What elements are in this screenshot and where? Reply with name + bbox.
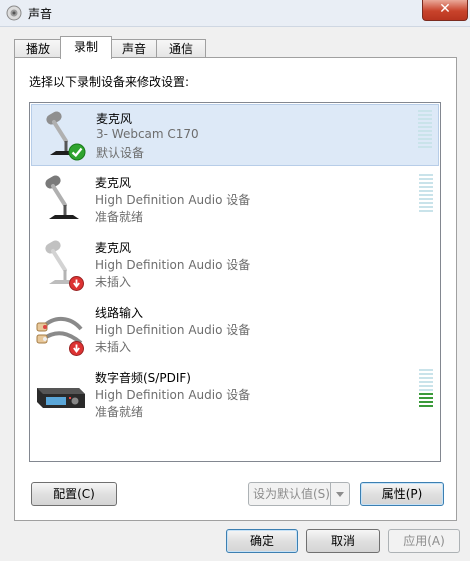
meter-segment <box>418 126 432 128</box>
meter-segment <box>418 114 432 116</box>
meter-segment <box>419 393 433 395</box>
meter-segment <box>418 134 432 136</box>
microphone-icon <box>45 175 79 219</box>
set-default-button[interactable]: 设为默认值(S) <box>248 482 350 506</box>
device-name: 麦克风 <box>95 176 132 190</box>
meter-segment <box>419 182 433 184</box>
ok-button[interactable]: 确定 <box>226 529 298 553</box>
meter-segment <box>419 389 433 391</box>
properties-button[interactable]: 属性(P) <box>360 482 444 506</box>
meter-segment <box>418 130 432 132</box>
device-description: High Definition Audio 设备 <box>95 193 251 207</box>
device-name: 麦克风 <box>95 241 132 255</box>
default-check-icon <box>68 143 86 161</box>
speaker-icon <box>6 5 22 21</box>
device-item[interactable]: 数字音频(S/PDIF) High Definition Audio 设备 准备… <box>31 364 439 426</box>
device-status: 默认设备 <box>96 146 145 160</box>
meter-segment <box>419 178 433 180</box>
unplugged-icon <box>69 276 84 291</box>
set-default-label: 设为默认值(S) <box>253 487 330 501</box>
level-meter <box>419 172 433 212</box>
device-description: 3- Webcam C170 <box>96 127 199 141</box>
meter-segment <box>419 397 433 399</box>
close-button[interactable]: ✕ <box>422 0 468 21</box>
level-meter <box>419 367 433 407</box>
meter-segment <box>419 401 433 403</box>
tab-recording[interactable]: 录制 <box>60 36 112 59</box>
cancel-button[interactable]: 取消 <box>306 529 380 553</box>
meter-segment <box>419 202 433 204</box>
chevron-down-icon[interactable] <box>330 483 349 505</box>
meter-segment <box>418 138 432 140</box>
configure-button[interactable]: 配置(C) <box>31 482 117 506</box>
unplugged-icon <box>69 341 84 356</box>
device-description: High Definition Audio 设备 <box>95 258 251 272</box>
meter-segment <box>419 190 433 192</box>
meter-segment <box>419 206 433 208</box>
close-icon: ✕ <box>439 1 451 17</box>
instruction-text: 选择以下录制设备来修改设置: <box>29 75 190 89</box>
spdif-receiver-icon <box>37 388 85 408</box>
device-description: High Definition Audio 设备 <box>95 323 251 337</box>
tab-communications[interactable]: 通信 <box>156 39 206 58</box>
meter-segment <box>419 377 433 379</box>
sound-dialog: 播放 录制 声音 通信 选择以下录制设备来修改设置: 麦克风 3- Webcam… <box>0 27 470 561</box>
device-name: 线路输入 <box>95 306 144 320</box>
meter-segment <box>419 194 433 196</box>
meter-segment <box>419 198 433 200</box>
device-item[interactable]: 麦克风 High Definition Audio 设备 准备就绪 <box>31 169 439 231</box>
device-status: 准备就绪 <box>95 405 144 419</box>
device-name: 数字音频(S/PDIF) <box>95 371 191 385</box>
meter-segment <box>419 373 433 375</box>
meter-segment <box>419 369 433 371</box>
title-bar: 声音 ✕ <box>0 0 470 27</box>
device-status: 准备就绪 <box>95 210 144 224</box>
tab-playback[interactable]: 播放 <box>14 39 62 58</box>
device-status: 未插入 <box>95 340 132 354</box>
meter-segment <box>419 174 433 176</box>
apply-button[interactable]: 应用(A) <box>388 529 460 553</box>
recording-panel: 选择以下录制设备来修改设置: 麦克风 3- Webcam C170 默认设备 麦… <box>14 57 457 521</box>
device-item[interactable]: 麦克风 3- Webcam C170 默认设备 <box>31 104 439 166</box>
device-description: High Definition Audio 设备 <box>95 388 251 402</box>
device-status: 未插入 <box>95 275 132 289</box>
meter-segment <box>419 186 433 188</box>
meter-segment <box>419 381 433 383</box>
meter-segment <box>418 142 432 144</box>
meter-segment <box>418 122 432 124</box>
meter-segment <box>419 385 433 387</box>
meter-segment <box>418 146 432 148</box>
window-title: 声音 <box>28 7 53 21</box>
meter-segment <box>418 118 432 120</box>
level-meter <box>418 108 432 148</box>
meter-segment <box>419 210 433 212</box>
device-item[interactable]: 线路输入 High Definition Audio 设备 未插入 <box>31 299 439 361</box>
device-name: 麦克风 <box>96 112 133 126</box>
tab-sounds[interactable]: 声音 <box>110 39 158 58</box>
meter-segment <box>419 405 433 407</box>
device-list[interactable]: 麦克风 3- Webcam C170 默认设备 麦克风 High Definit… <box>29 102 441 462</box>
meter-segment <box>418 110 432 112</box>
device-item[interactable]: 麦克风 High Definition Audio 设备 未插入 <box>31 234 439 296</box>
